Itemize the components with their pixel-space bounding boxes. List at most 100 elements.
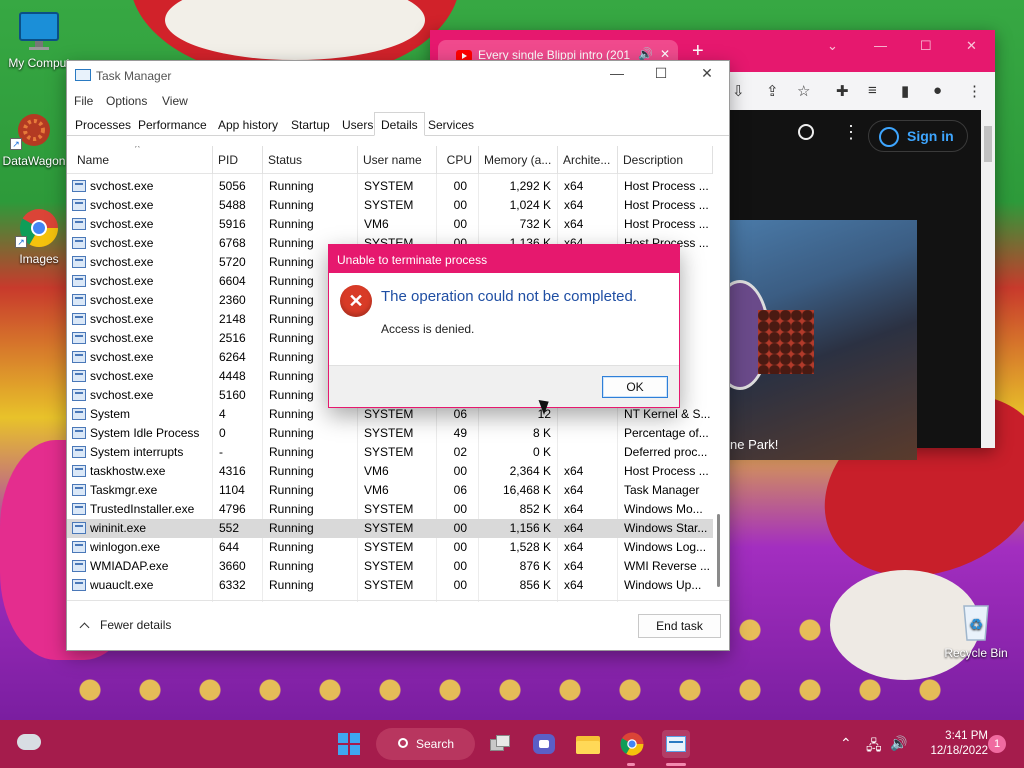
browser-scrollbar[interactable] <box>981 110 995 448</box>
process-icon <box>72 256 86 268</box>
extensions-icon[interactable]: ✚ <box>836 82 849 100</box>
table-row[interactable]: wininit.exe 552 Running SYSTEM 00 1,156 K x64 W… <box>67 519 713 538</box>
tab-app-history[interactable]: App history <box>211 112 285 136</box>
process-icon <box>72 465 86 477</box>
table-row[interactable]: WMIADAP.exe 3660 Running SYSTEM 00 876 K x64 WM… <box>67 557 713 576</box>
sign-in-button[interactable]: Sign in <box>868 120 968 152</box>
cell-pid: 6768 <box>219 236 246 250</box>
clock[interactable]: 3:41 PM 12/18/2022 <box>918 729 988 759</box>
task-view-icon[interactable] <box>486 730 514 758</box>
fewer-details-button[interactable]: Fewer details <box>79 618 171 633</box>
show-hidden-icons-chevron-icon[interactable]: ⌃ <box>840 735 852 752</box>
cell-cpu: 00 <box>453 179 467 193</box>
tab-details[interactable]: Details <box>374 112 425 136</box>
cell-description: NT Kernel & S... <box>624 407 711 421</box>
table-row[interactable]: svchost.exe 5488 Running SYSTEM 00 1,024 K x64… <box>67 196 713 215</box>
menu-options[interactable]: Options <box>106 94 147 108</box>
start-button[interactable] <box>338 733 360 755</box>
cell-cpu: 06 <box>453 483 467 497</box>
chrome-taskbar-icon[interactable] <box>618 730 646 758</box>
tab-processes[interactable]: Processes <box>68 112 138 136</box>
notification-badge[interactable]: 1 <box>988 735 1006 753</box>
table-scrollbar-thumb[interactable] <box>717 514 720 587</box>
side-panel-icon[interactable]: ▮ <box>901 82 909 100</box>
desktop-icon-datawagon[interactable]: ↗ DataWagon <box>0 108 72 168</box>
file-explorer-icon[interactable] <box>574 730 602 758</box>
cell-status: Running <box>269 217 314 231</box>
cell-arch: x64 <box>564 521 584 535</box>
more-menu-icon[interactable]: ⋮ <box>967 82 982 100</box>
table-row[interactable]: TrustedInstaller.exe 4796 Running SYSTEM 00 8… <box>67 500 713 519</box>
cell-user: VM6 <box>364 483 389 497</box>
cell-user: SYSTEM <box>364 426 414 440</box>
minimize-icon[interactable]: — <box>594 65 640 87</box>
tab-services[interactable]: Services <box>421 112 481 136</box>
close-tab-icon[interactable]: ✕ <box>660 47 670 61</box>
maximize-icon[interactable]: ☐ <box>638 65 684 87</box>
chevron-down-icon[interactable]: ⌄ <box>827 38 838 54</box>
process-icon <box>72 503 86 515</box>
process-icon <box>72 275 86 287</box>
task-manager-taskbar-icon[interactable] <box>662 730 690 758</box>
share-icon[interactable]: ⇪ <box>766 82 779 100</box>
table-row[interactable]: Taskmgr.exe 1104 Running VM6 06 16,468 K x64 Ta… <box>67 481 713 500</box>
ok-button[interactable]: OK <box>602 376 668 398</box>
cell-name: svchost.exe <box>90 198 154 212</box>
table-row[interactable]: System Idle Process 0 Running SYSTEM 49 8 K Pe… <box>67 424 713 443</box>
column-header-cpu[interactable]: CPU <box>436 146 479 174</box>
search-icon[interactable] <box>798 124 814 140</box>
minimize-icon[interactable]: — <box>874 38 887 53</box>
table-row[interactable]: wuauclt.exe 6332 Running SYSTEM 00 856 K x64 Wi… <box>67 576 713 595</box>
table-row[interactable]: svchost.exe 5056 Running SYSTEM 00 1,292 K x64… <box>67 177 713 196</box>
end-task-button[interactable]: End task <box>638 614 721 638</box>
column-header-memory[interactable]: Memory (a... <box>478 146 558 174</box>
cell-cpu: 00 <box>453 502 467 516</box>
column-header-status[interactable]: Status <box>262 146 358 174</box>
speaker-icon[interactable]: 🔊 <box>638 47 653 61</box>
desktop-icon-recycle-bin[interactable]: ♻ Recycle Bin <box>938 600 1014 660</box>
cell-status: Running <box>269 559 314 573</box>
dialog-detail: Access is denied. <box>381 322 475 336</box>
search-button[interactable]: Search <box>376 728 475 760</box>
maximize-icon[interactable]: ☐ <box>920 38 932 54</box>
column-header-description[interactable]: Description <box>617 146 713 174</box>
teams-chat-icon[interactable] <box>530 730 558 758</box>
tab-performance[interactable]: Performance <box>131 112 214 136</box>
more-options-icon[interactable]: ⋮ <box>842 122 860 143</box>
table-row[interactable]: System interrupts - Running SYSTEM 02 0 K Defe… <box>67 443 713 462</box>
cell-cpu: 02 <box>453 445 467 459</box>
network-icon[interactable]: 🖧 <box>866 735 882 759</box>
weather-icon[interactable] <box>17 734 41 750</box>
close-icon[interactable]: ✕ <box>684 65 730 87</box>
column-header-name[interactable]: Name <box>71 146 213 174</box>
bookmark-star-icon[interactable]: ☆ <box>797 82 810 100</box>
column-header-user-name[interactable]: User name <box>357 146 437 174</box>
volume-icon[interactable]: 🔊 <box>890 735 907 752</box>
process-icon <box>72 541 86 553</box>
column-header-pid[interactable]: PID <box>212 146 263 174</box>
cell-name: taskhostw.exe <box>90 464 166 478</box>
tab-startup[interactable]: Startup <box>284 112 337 136</box>
cell-pid: 2148 <box>219 312 246 326</box>
process-icon <box>72 484 86 496</box>
close-icon[interactable]: ✕ <box>966 38 977 54</box>
shortcut-arrow-icon: ↗ <box>10 138 22 150</box>
table-row[interactable]: svchost.exe 5916 Running VM6 00 732 K x64 Host … <box>67 215 713 234</box>
cell-user: SYSTEM <box>364 502 414 516</box>
video-thumbnail[interactable]: ne Park! <box>730 220 917 460</box>
menu-file[interactable]: File <box>74 94 93 108</box>
error-dialog[interactable]: Unable to terminate process ✕ The operat… <box>328 244 680 408</box>
install-icon[interactable]: ⇩ <box>732 82 745 100</box>
cell-description: Host Process ... <box>624 198 709 212</box>
profile-icon[interactable]: ● <box>933 82 942 99</box>
table-row[interactable]: taskhostw.exe 4316 Running VM6 00 2,364 K x64 H… <box>67 462 713 481</box>
clock-date: 12/18/2022 <box>930 745 988 757</box>
scrollbar-thumb[interactable] <box>984 126 992 162</box>
cell-memory: 1,528 K <box>509 540 551 554</box>
cell-user: SYSTEM <box>364 521 414 535</box>
column-header-architecture[interactable]: Archite... <box>557 146 618 174</box>
media-control-icon[interactable]: ≡ <box>868 82 877 99</box>
table-row[interactable]: winlogon.exe 644 Running SYSTEM 00 1,528 K x64… <box>67 538 713 557</box>
menu-view[interactable]: View <box>162 94 188 108</box>
svg-text:♻: ♻ <box>969 615 983 634</box>
